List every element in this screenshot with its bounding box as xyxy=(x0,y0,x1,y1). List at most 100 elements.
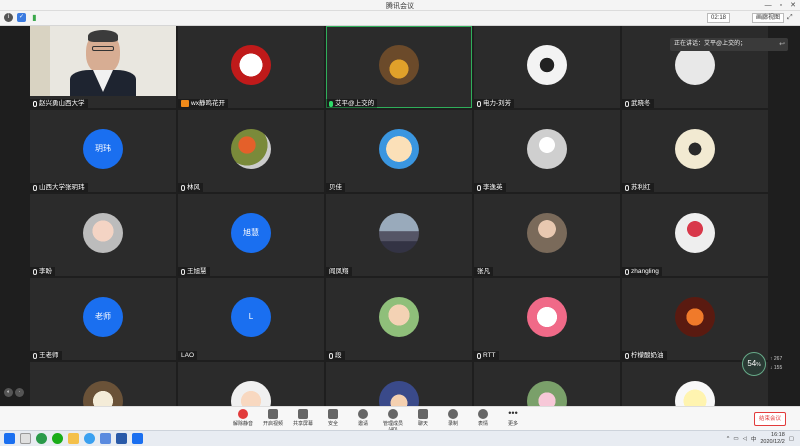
participant-tile[interactable]: zhangling xyxy=(622,194,768,276)
system-clock[interactable]: 16:18 2020/12/2 xyxy=(760,432,784,446)
participant-tile[interactable]: L LAO xyxy=(178,278,324,360)
avatar xyxy=(379,381,419,406)
participant-name-label: 苏利红 xyxy=(622,183,654,192)
app-icon[interactable] xyxy=(100,433,111,444)
avatar xyxy=(83,213,123,253)
mic-icon xyxy=(33,100,37,107)
participant-tile[interactable]: 林风 xyxy=(178,110,324,192)
network-stats[interactable]: 54% ↑ 267 ↓ 155 xyxy=(742,352,798,376)
browser-icon[interactable] xyxy=(20,433,31,444)
participant-tile[interactable]: wx静鸣花开 xyxy=(178,26,324,108)
fullscreen-icon[interactable]: ⤢ xyxy=(787,13,796,23)
participant-tile[interactable] xyxy=(474,362,620,406)
participant-tile[interactable] xyxy=(30,362,176,406)
mic-muted-icon xyxy=(181,268,185,275)
volume-icon[interactable]: ◁ xyxy=(743,436,747,442)
speaker-icon[interactable]: ◐ xyxy=(4,388,13,397)
gallery-view-button[interactable]: 画廊视图 xyxy=(751,13,784,23)
participant-tile[interactable]: 旭慧 王旭慧 xyxy=(178,194,324,276)
avatar xyxy=(675,297,715,337)
meeting-toolbar: 解除静音 开启视频 共享屏幕 安全 邀请 管理成员(40) 聊天 录制 表情 •… xyxy=(0,406,800,433)
mic-muted-icon xyxy=(625,352,629,359)
mic-muted-icon xyxy=(625,268,629,275)
avatar xyxy=(675,381,715,406)
more-icon: ••• xyxy=(508,408,518,418)
participant-tile[interactable]: 赵兴勇山西大学 xyxy=(30,26,176,108)
avatar xyxy=(675,129,715,169)
qq-icon[interactable] xyxy=(84,433,95,444)
participant-tile[interactable]: 苏利红 xyxy=(622,110,768,192)
participant-tile[interactable]: 张凡 xyxy=(474,194,620,276)
speaking-notification: 正在讲话：艾平@上交的； ↩ xyxy=(670,38,788,51)
participant-tile[interactable]: 李逸英 xyxy=(474,110,620,192)
share-screen-icon xyxy=(298,409,308,419)
participant-name-label: 电力-刘芳 xyxy=(474,99,515,108)
signal-icon[interactable]: ▮ xyxy=(30,13,39,22)
avatar xyxy=(527,297,567,337)
edge-icon[interactable] xyxy=(36,433,47,444)
participant-tile[interactable] xyxy=(326,362,472,406)
participant-tile[interactable]: 电力-刘芳 xyxy=(474,26,620,108)
participant-name-label: RTT xyxy=(474,351,499,360)
notification-icon[interactable]: ▢ xyxy=(789,436,794,442)
windows-icon[interactable] xyxy=(4,433,15,444)
participant-tile-active-speaker[interactable]: 艾平@上交的 xyxy=(326,26,472,108)
info-icon[interactable]: i xyxy=(4,13,13,22)
participant-name-label: 段 xyxy=(326,351,345,360)
mic-muted-icon xyxy=(33,352,37,359)
participant-tile[interactable]: 柠檬酸奶油 xyxy=(622,278,768,360)
word-icon[interactable] xyxy=(116,433,127,444)
mic-muted-icon xyxy=(329,352,333,359)
minimize-button[interactable]: — xyxy=(765,0,772,11)
participant-video xyxy=(30,26,176,96)
avatar-initials: 旭慧 xyxy=(231,213,271,253)
upload-speed: ↑ 267 xyxy=(770,356,783,362)
participant-name-label: 张凡 xyxy=(474,267,493,276)
audio-settings-icon[interactable]: · xyxy=(15,388,24,397)
participant-name-label: LAO xyxy=(178,351,198,360)
reply-icon[interactable]: ↩ xyxy=(779,38,785,51)
folder-icon[interactable] xyxy=(68,433,79,444)
record-icon xyxy=(448,409,458,419)
participant-tile[interactable]: 贝佳 xyxy=(326,110,472,192)
speaking-text: 正在讲话：艾平@上交的； xyxy=(674,41,747,47)
default-avatar-icon xyxy=(527,129,567,169)
chat-icon xyxy=(418,409,428,419)
meeting-icon[interactable] xyxy=(132,433,143,444)
participant-grid: 赵兴勇山西大学 wx静鸣花开 艾平@上交的 电力-刘芳 武晓冬 玥玮 山西大学张… xyxy=(30,26,770,406)
participant-name-label: 赵兴勇山西大学 xyxy=(30,99,88,108)
close-button[interactable]: ✕ xyxy=(790,0,796,11)
participant-tile[interactable]: 老师 王老师 xyxy=(30,278,176,360)
maximize-button[interactable]: ▫ xyxy=(780,0,782,11)
bottom-left-tools: ◐ · xyxy=(4,388,26,398)
windows-taskbar: ^ ▭ ◁ 中 16:18 2020/12/2 ▢ xyxy=(0,430,800,446)
participant-name-label: 山西大学张玥玮 xyxy=(30,183,88,192)
mic-speaking-icon xyxy=(329,100,333,107)
download-speed: ↓ 155 xyxy=(770,365,783,371)
network-percent: 54% xyxy=(742,352,766,376)
tray-arrow-icon[interactable]: ^ xyxy=(727,436,730,442)
participant-name-label: 艾平@上交的 xyxy=(326,99,378,108)
shield-icon xyxy=(328,409,338,419)
mic-muted-icon xyxy=(625,100,629,107)
participant-name-label: 李逸英 xyxy=(474,183,506,192)
avatar xyxy=(527,213,567,253)
participant-tile[interactable]: 段 xyxy=(326,278,472,360)
participant-name-label: zhangling xyxy=(622,267,662,276)
participant-tile[interactable]: 李盼 xyxy=(30,194,176,276)
wechat-icon[interactable] xyxy=(52,433,63,444)
avatar-initials: 玥玮 xyxy=(83,129,123,169)
participant-name-label: 阎凤翔 xyxy=(326,267,352,276)
participant-tile[interactable]: 玥玮 山西大学张玥玮 xyxy=(30,110,176,192)
participant-tile[interactable]: 阎凤翔 xyxy=(326,194,472,276)
shield-icon[interactable]: ✓ xyxy=(17,13,26,22)
avatar xyxy=(231,45,271,85)
avatar xyxy=(675,45,715,85)
mic-muted-icon xyxy=(33,268,37,275)
participant-tile[interactable] xyxy=(178,362,324,406)
ime-indicator[interactable]: 中 xyxy=(751,435,757,443)
network-icon[interactable]: ▭ xyxy=(733,436,738,442)
mic-muted-icon xyxy=(33,184,37,191)
end-meeting-button[interactable]: 结束会议 xyxy=(754,412,786,426)
participant-tile[interactable]: RTT xyxy=(474,278,620,360)
